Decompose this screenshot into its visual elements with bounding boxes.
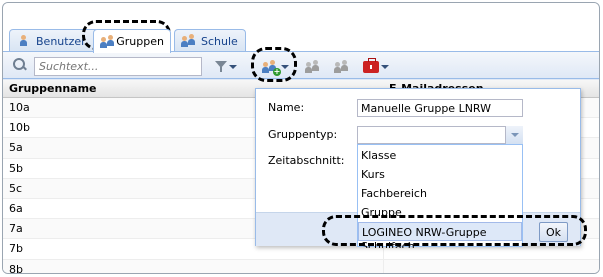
group-icon (100, 34, 114, 49)
highlight-logineo-option (322, 215, 587, 246)
user-icon (16, 34, 32, 48)
period-label: Zeitabschnitt: (268, 154, 345, 167)
delete-group-button[interactable] (333, 57, 351, 76)
toolbar: + (3, 51, 599, 79)
option-klasse[interactable]: Klasse (358, 146, 522, 165)
option-kurs[interactable]: Kurs (358, 165, 522, 184)
name-field[interactable] (357, 99, 523, 117)
tab-schule[interactable]: Schule (174, 29, 246, 52)
toolbox-icon (363, 57, 379, 73)
group-type-label: Gruppentyp: (268, 128, 338, 141)
search-input[interactable] (34, 57, 202, 76)
edit-group-icon (304, 59, 322, 74)
chevron-down-icon (229, 64, 237, 69)
tab-benutzer-label: Benutzer (36, 34, 86, 48)
edit-group-button[interactable] (304, 57, 322, 76)
delete-group-icon (333, 59, 351, 74)
tab-schule-label: Schule (201, 34, 238, 48)
chevron-down-icon[interactable] (505, 126, 523, 144)
highlight-add-group-button (251, 47, 297, 82)
toolbox-button[interactable] (363, 57, 389, 76)
tab-gruppen[interactable]: Gruppen (93, 29, 171, 53)
filter-icon (215, 60, 227, 73)
table-row[interactable]: 8b (3, 259, 599, 273)
option-fachbereich[interactable]: Fachbereich (358, 184, 522, 203)
search-icon (13, 58, 27, 72)
name-label: Name: (268, 101, 305, 114)
column-gruppenname[interactable]: Gruppenname (9, 82, 97, 95)
filter-button[interactable] (215, 57, 237, 76)
chevron-down-icon (381, 64, 389, 69)
group-type-combo[interactable] (357, 126, 523, 144)
tab-gruppen-label: Gruppen (116, 35, 164, 48)
school-icon (181, 34, 197, 48)
